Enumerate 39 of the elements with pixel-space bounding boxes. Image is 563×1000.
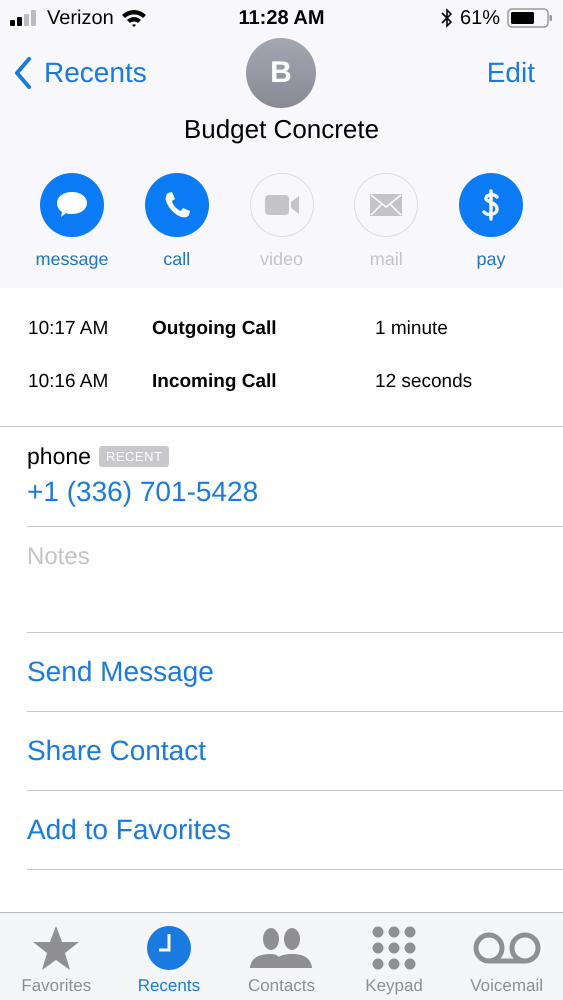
star-icon [32, 925, 80, 971]
voicemail-tab[interactable]: Voicemail [454, 924, 560, 996]
video-icon [250, 173, 314, 237]
call-type: Incoming Call [152, 370, 278, 392]
call-time: 10:16 AM [28, 370, 110, 392]
battery-icon [507, 8, 553, 28]
call-type: Outgoing Call [152, 318, 278, 340]
phone-number-link[interactable]: +1 (336) 701-5428 [27, 476, 258, 508]
action-link[interactable]: Share Contact [27, 735, 206, 767]
message-action-button[interactable]: message [20, 173, 124, 270]
call-duration: 1 minute [375, 318, 448, 340]
mail-icon [354, 173, 418, 237]
recents-tab[interactable]: Recents [116, 924, 222, 996]
contact-avatar: B [246, 38, 316, 108]
battery-percent: 61% [460, 6, 500, 30]
contacts-tab[interactable]: Contacts [228, 924, 334, 996]
edit-button[interactable]: Edit [486, 57, 535, 89]
status-time: 11:28 AM [238, 6, 324, 30]
voicemail-icon [472, 932, 541, 964]
wifi-icon [120, 9, 147, 27]
recent-badge: RECENT [98, 446, 170, 467]
call-duration: 12 seconds [375, 370, 472, 392]
pay-action-button[interactable]: pay [439, 173, 543, 270]
people-icon [250, 927, 312, 969]
phone-label: phone [27, 443, 91, 470]
back-button[interactable]: Recents [14, 56, 147, 90]
clock-icon [146, 926, 191, 970]
contact-name: Budget Concrete [182, 114, 380, 145]
action-link[interactable]: Add to Favorites [27, 814, 231, 846]
bluetooth-icon [440, 8, 453, 28]
keypad-tab[interactable]: Keypad [341, 924, 448, 996]
chevron-left-icon [14, 56, 32, 90]
keypad-icon [372, 926, 416, 970]
call-action-button[interactable]: call [124, 173, 229, 270]
carrier-name: Verizon [47, 6, 114, 30]
favorites-tab[interactable]: Favorites [3, 924, 110, 996]
call-time: 10:17 AM [28, 318, 110, 340]
notes-field[interactable]: Notes [27, 543, 327, 571]
action-link[interactable]: Send Message [27, 656, 214, 688]
